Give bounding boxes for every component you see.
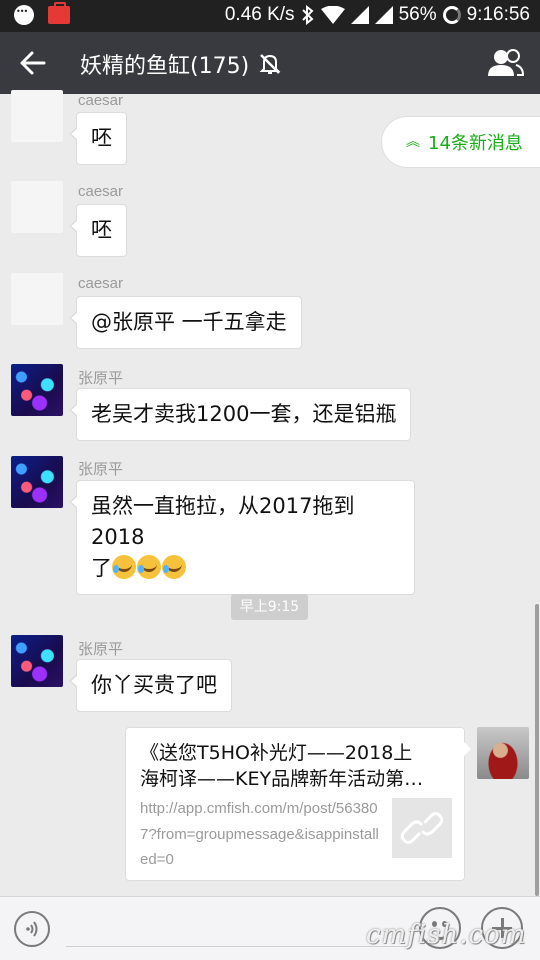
message-text: 老吴才卖我1200一套，还是铝瓶: [91, 402, 397, 426]
sender-name: 张原平: [78, 370, 124, 387]
watermark: cmfish.com: [366, 920, 527, 950]
new-messages-label: 14条新消息: [428, 133, 523, 154]
sender-name: 张原平: [78, 641, 124, 658]
voice-icon: [26, 921, 38, 937]
wifi-icon: [320, 6, 345, 24]
group-members-icon[interactable]: [486, 48, 524, 78]
message-input[interactable]: [66, 907, 406, 947]
message-bubble[interactable]: @张原平 一千五拿走: [69, 296, 302, 349]
laughing-tears-emoji-icon: [112, 555, 136, 579]
signal-icon-2: [374, 6, 393, 24]
voice-button[interactable]: [14, 911, 50, 947]
group-title: 妖精的鱼缸(175): [80, 54, 250, 79]
laughing-tears-emoji-icon: [137, 555, 161, 579]
avatar[interactable]: [11, 181, 63, 233]
avatar[interactable]: [11, 635, 63, 687]
chat-header: 妖精的鱼缸(175): [0, 32, 540, 94]
status-bar: 0.46 K/s 56% 9:16:56: [0, 0, 540, 32]
battery-icon: [442, 6, 461, 24]
avatar[interactable]: [11, 273, 63, 325]
message-bubble[interactable]: 呸: [69, 112, 127, 165]
new-messages-button[interactable]: ︽ 14条新消息: [381, 116, 540, 168]
link-title: 《送您T5HO补光灯——2018上 海柯译——KEY品牌新年活动第…: [140, 740, 450, 792]
laughing-tears-emoji-icon: [162, 555, 186, 579]
link-icon: [400, 812, 444, 844]
message-bubble[interactable]: 你丫买贵了吧: [69, 659, 232, 712]
message-text: 呸: [91, 126, 112, 150]
sender-name: caesar: [78, 92, 124, 109]
link-url: http://app.cmfish.com/m/post/563807?from…: [140, 800, 379, 868]
bluetooth-icon: [301, 5, 314, 25]
sender-name: caesar: [78, 275, 124, 292]
double-chevron-up-icon: ︽: [406, 134, 420, 150]
message-text: 了: [91, 556, 112, 580]
clock: 9:16:56: [466, 4, 530, 25]
message-text: 你丫买贵了吧: [91, 673, 217, 697]
link-thumbnail: [392, 798, 452, 858]
message-text: 虽然一直拖拉，从2017拖到2018: [91, 494, 355, 549]
message-bubble[interactable]: 呸: [69, 204, 127, 257]
link-title-line: 海柯译——KEY品牌新年活动第…: [140, 768, 424, 790]
bell-off-icon: [259, 54, 281, 74]
avatar[interactable]: [11, 364, 63, 416]
network-speed: 0.46 K/s: [224, 4, 295, 25]
timestamp-divider: 早上9:15: [231, 594, 308, 620]
sender-name: 张原平: [78, 461, 124, 478]
avatar[interactable]: [11, 90, 63, 142]
message-bubble[interactable]: 老吴才卖我1200一套，还是铝瓶: [68, 388, 412, 441]
avatar-self[interactable]: [477, 727, 529, 779]
signal-icon: [350, 6, 369, 24]
arrow-left-icon[interactable]: [18, 46, 48, 80]
scrollbar[interactable]: [535, 604, 539, 896]
red-bag-notification-icon: [48, 2, 70, 24]
message-text: 呸: [91, 218, 112, 242]
link-title-line: 《送您T5HO补光灯——2018上: [140, 742, 413, 764]
sender-name: caesar: [78, 183, 124, 200]
link-card-message[interactable]: 《送您T5HO补光灯——2018上 海柯译——KEY品牌新年活动第… http:…: [125, 727, 471, 881]
message-text: @张原平 一千五拿走: [91, 310, 287, 334]
battery-percentage: 56%: [398, 4, 437, 25]
chat-notification-icon: [14, 5, 34, 25]
avatar[interactable]: [11, 456, 63, 508]
message-bubble[interactable]: 虽然一直拖拉，从2017拖到2018 了: [69, 480, 415, 595]
